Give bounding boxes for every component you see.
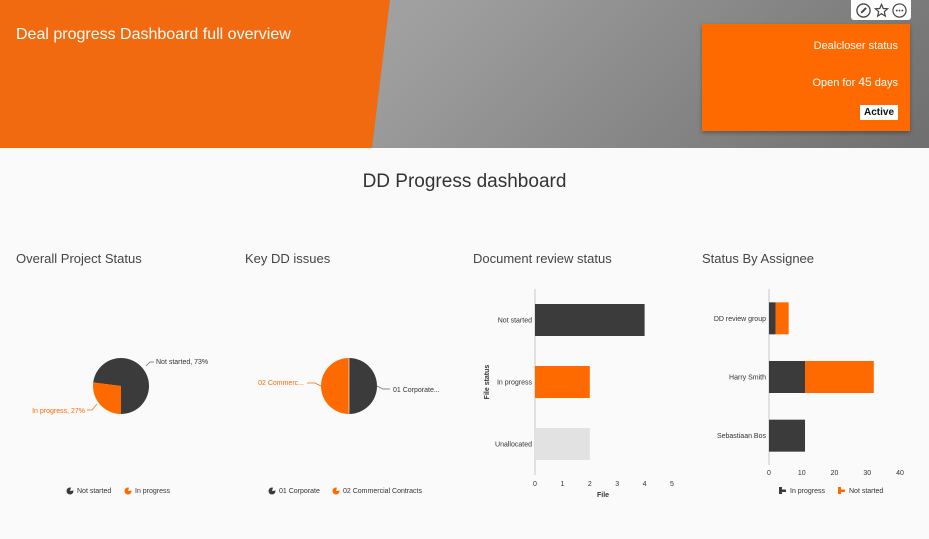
callout-01-corporate: 01 Corporate... <box>393 387 440 394</box>
y-tick-label: Not started <box>498 318 532 325</box>
bar-sebastiaan-bos-in-progress[interactable] <box>769 419 806 452</box>
y-tick-label: Sebastiaan Bos <box>717 433 767 440</box>
pie-slice-02-commercial[interactable] <box>321 358 349 414</box>
legend-not-started-label: Not started <box>77 488 111 495</box>
bar-dd-review-group-in-progress[interactable] <box>769 302 776 335</box>
x-tick-label: 5 <box>670 481 674 488</box>
callout-line-not-started <box>145 361 154 367</box>
charts-layer: Not started, 73% In progress, 27% Not star… <box>32 289 904 499</box>
bar-dd-review-group-not-started[interactable] <box>775 302 789 335</box>
callout-in-progress: In progress, 27% <box>32 408 85 415</box>
bar-in-progress[interactable] <box>535 366 590 398</box>
callout-line-in-progress <box>87 403 98 411</box>
y-tick-label: Unallocated <box>495 442 532 449</box>
legend-swatch-bar <box>838 489 845 492</box>
pie-slice-in-progress[interactable] <box>92 382 121 414</box>
legend-not-started-label: Not started <box>849 488 883 495</box>
callout-02-commercial: 02 Commerc... <box>258 380 304 387</box>
y-tick-label: In progress <box>497 380 533 387</box>
x-tick-label: 2 <box>588 481 592 488</box>
bar-harry-smith-in-progress[interactable] <box>769 361 806 393</box>
x-tick-label: 40 <box>896 470 904 477</box>
x-tick-label: 10 <box>798 470 806 477</box>
x-tick-label: 20 <box>831 470 839 477</box>
x-tick-label: 4 <box>643 481 647 488</box>
legend-in-progress-label: In progress <box>790 488 826 495</box>
legend-in-progress-label: In progress <box>135 488 171 495</box>
x-tick-label: 3 <box>615 481 619 488</box>
callout-line-01-corporate <box>376 385 390 390</box>
x-tick-label: 30 <box>863 470 871 477</box>
y-tick-label: DD review group <box>714 316 766 323</box>
y-tick-label: Harry Smith <box>729 375 766 382</box>
callout-line-02-commercial <box>307 382 322 387</box>
x-tick-label: 0 <box>533 481 537 488</box>
bar-not-started[interactable] <box>535 304 645 336</box>
legend-01-corporate-label: 01 Corporate <box>279 488 320 495</box>
pie-slice-01-corporate[interactable] <box>349 358 377 414</box>
y-axis-title: File status <box>484 365 491 400</box>
bar-unallocated[interactable] <box>535 428 590 460</box>
legend-02-commercial-label: 02 Commercial Contracts <box>343 488 422 495</box>
x-tick-label: 0 <box>767 470 771 477</box>
x-axis-title: File <box>597 492 609 499</box>
callout-not-started: Not started, 73% <box>156 359 208 366</box>
bar-harry-smith-not-started[interactable] <box>805 361 874 393</box>
legend-swatch-bar <box>779 489 786 492</box>
x-tick-label: 1 <box>560 481 564 488</box>
